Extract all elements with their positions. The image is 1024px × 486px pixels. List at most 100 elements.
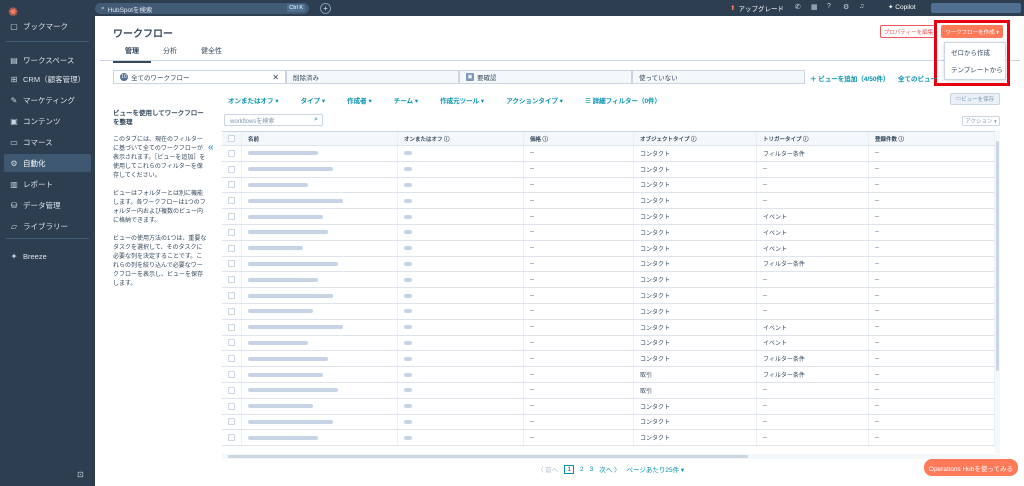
status-toggle[interactable] bbox=[404, 167, 412, 172]
status-toggle[interactable] bbox=[404, 309, 412, 314]
workflow-name-cell[interactable] bbox=[242, 351, 398, 367]
status-cell[interactable] bbox=[398, 351, 524, 367]
scrollbar-thumb[interactable] bbox=[996, 141, 999, 371]
workflow-name-cell[interactable] bbox=[242, 288, 398, 303]
filter-dropdown-0[interactable]: オンまたはオフ ▾ bbox=[228, 95, 279, 105]
edit-properties-button[interactable]: プロパティーを編集 bbox=[880, 25, 937, 38]
status-cell[interactable] bbox=[398, 272, 524, 288]
workflow-name-cell[interactable] bbox=[242, 256, 398, 272]
collapse-sidebar-icon[interactable]: ⊡ bbox=[77, 470, 84, 479]
horizontal-scrollbar[interactable] bbox=[222, 454, 1000, 459]
collapse-panel-icon[interactable]: « bbox=[208, 142, 214, 153]
select-all-checkbox[interactable] bbox=[228, 135, 235, 142]
sidebar-item-content[interactable]: ▣ コンテンツ bbox=[0, 112, 95, 130]
row-checkbox[interactable] bbox=[228, 260, 235, 268]
status-cell[interactable] bbox=[398, 209, 524, 224]
page-3-button[interactable]: 3 bbox=[590, 466, 594, 473]
status-toggle[interactable] bbox=[404, 246, 412, 251]
row-checkbox[interactable] bbox=[228, 197, 235, 205]
vertical-scrollbar[interactable] bbox=[995, 131, 1000, 453]
row-checkbox[interactable] bbox=[228, 339, 235, 347]
sidebar-item-library[interactable]: ▱ ライブラリー bbox=[0, 217, 95, 235]
status-toggle[interactable] bbox=[404, 198, 412, 203]
table-row[interactable]: -- 取引 -- -- bbox=[222, 382, 995, 399]
status-cell[interactable] bbox=[398, 367, 524, 382]
marketplace-icon[interactable]: ▦ bbox=[811, 3, 818, 11]
status-toggle[interactable] bbox=[404, 325, 412, 330]
table-row[interactable]: -- コンタクト フィルター条件 -- bbox=[222, 256, 995, 273]
operations-hub-button[interactable]: Operations Hubを使ってみる bbox=[924, 459, 1018, 476]
workflow-name-cell[interactable] bbox=[242, 272, 398, 288]
table-row[interactable]: -- コンタクト -- -- bbox=[222, 303, 995, 320]
table-row[interactable]: -- コンタクト -- -- bbox=[222, 272, 995, 289]
column-header-status[interactable]: オンまたはオフ ⓘ bbox=[398, 132, 524, 145]
status-cell[interactable] bbox=[398, 414, 524, 430]
status-toggle[interactable] bbox=[404, 435, 412, 440]
column-header-price[interactable]: 価格 ⓘ bbox=[524, 132, 634, 145]
table-row[interactable]: -- コンタクト イベント -- bbox=[222, 319, 995, 336]
status-toggle[interactable] bbox=[404, 293, 412, 298]
status-cell[interactable] bbox=[398, 335, 524, 351]
table-row[interactable]: -- コンタクト -- -- bbox=[222, 430, 995, 447]
sidebar-item-breeze[interactable]: ✦ Breeze bbox=[0, 247, 95, 265]
workflow-name-cell[interactable] bbox=[242, 240, 398, 256]
status-cell[interactable] bbox=[398, 256, 524, 272]
status-toggle[interactable] bbox=[404, 419, 412, 424]
close-icon[interactable]: ✕ bbox=[272, 73, 279, 82]
status-cell[interactable] bbox=[398, 398, 524, 414]
save-view-button[interactable]: ▭ ビューを保存 bbox=[950, 93, 1000, 105]
table-row[interactable]: -- コンタクト イベント -- bbox=[222, 240, 995, 257]
row-checkbox[interactable] bbox=[228, 371, 235, 379]
table-row[interactable]: -- コンタクト イベント -- bbox=[222, 335, 995, 352]
status-toggle[interactable] bbox=[404, 151, 412, 156]
notification-bell-icon[interactable]: ♫ bbox=[859, 3, 864, 10]
sidebar-item-marketing[interactable]: ✎ マーケティング bbox=[0, 91, 95, 109]
workflow-name-cell[interactable] bbox=[242, 224, 398, 240]
table-row[interactable]: -- コンタクト -- -- bbox=[222, 161, 995, 178]
workflow-name-cell[interactable] bbox=[242, 367, 398, 382]
workflow-name-cell[interactable] bbox=[242, 398, 398, 414]
status-cell[interactable] bbox=[398, 382, 524, 398]
settings-gear-icon[interactable]: ⚙ bbox=[843, 3, 849, 11]
filter-dropdown-1[interactable]: タイプ ▾ bbox=[301, 95, 326, 105]
status-cell[interactable] bbox=[398, 161, 524, 177]
row-checkbox[interactable] bbox=[228, 355, 235, 363]
table-row[interactable]: -- コンタクト -- -- bbox=[222, 398, 995, 415]
workflow-name-cell[interactable] bbox=[242, 382, 398, 398]
create-plus-button[interactable]: + bbox=[320, 3, 331, 14]
status-cell[interactable] bbox=[398, 193, 524, 209]
view-tab-all-workflows[interactable]: 10 全てのワークフロー ✕ bbox=[113, 70, 286, 84]
filter-dropdown-3[interactable]: チーム ▾ bbox=[394, 95, 418, 105]
status-toggle[interactable] bbox=[404, 261, 412, 266]
column-header-trigger-type[interactable]: トリガータイプ ⓘ bbox=[757, 132, 869, 145]
page-1-button[interactable]: 1 bbox=[564, 464, 574, 474]
row-checkbox[interactable] bbox=[228, 181, 235, 189]
view-tab-deleted[interactable]: 削除済み bbox=[286, 70, 459, 84]
filter-dropdown-4[interactable]: 作成元ツール ▾ bbox=[440, 95, 484, 105]
per-page-select[interactable]: ページあたり25件 ▾ bbox=[627, 464, 685, 474]
table-row[interactable]: -- コンタクト フィルター条件 -- bbox=[222, 146, 995, 162]
workflow-name-cell[interactable] bbox=[242, 414, 398, 430]
row-checkbox[interactable] bbox=[228, 402, 235, 410]
row-checkbox[interactable] bbox=[228, 276, 235, 284]
row-checkbox[interactable] bbox=[228, 244, 235, 252]
workflow-name-cell[interactable] bbox=[242, 430, 398, 446]
status-toggle[interactable] bbox=[404, 277, 412, 282]
status-cell[interactable] bbox=[398, 240, 524, 256]
status-cell[interactable] bbox=[398, 319, 524, 335]
workflow-name-cell[interactable] bbox=[242, 303, 398, 319]
sidebar-item-workspace[interactable]: ▤ ワークスペース bbox=[0, 51, 95, 69]
status-cell[interactable] bbox=[398, 303, 524, 319]
status-toggle[interactable] bbox=[404, 214, 412, 219]
all-views-button[interactable]: 全てのビュー bbox=[898, 73, 937, 83]
column-header-object-type[interactable]: オブジェクトタイプ ⓘ bbox=[634, 132, 757, 145]
status-cell[interactable] bbox=[398, 177, 524, 193]
upgrade-button[interactable]: ⬆ アップグレード bbox=[730, 3, 784, 13]
scrollbar-thumb[interactable] bbox=[228, 455, 748, 458]
row-checkbox[interactable] bbox=[228, 307, 235, 315]
add-view-button[interactable]: ＋ ビューを追加（4/50件） bbox=[810, 73, 889, 83]
account-menu[interactable] bbox=[931, 3, 1021, 13]
next-page-button[interactable]: 次へ 〉 bbox=[599, 464, 620, 474]
status-cell[interactable] bbox=[398, 224, 524, 240]
sidebar-item-commerce[interactable]: ▭ コマース bbox=[0, 133, 95, 151]
